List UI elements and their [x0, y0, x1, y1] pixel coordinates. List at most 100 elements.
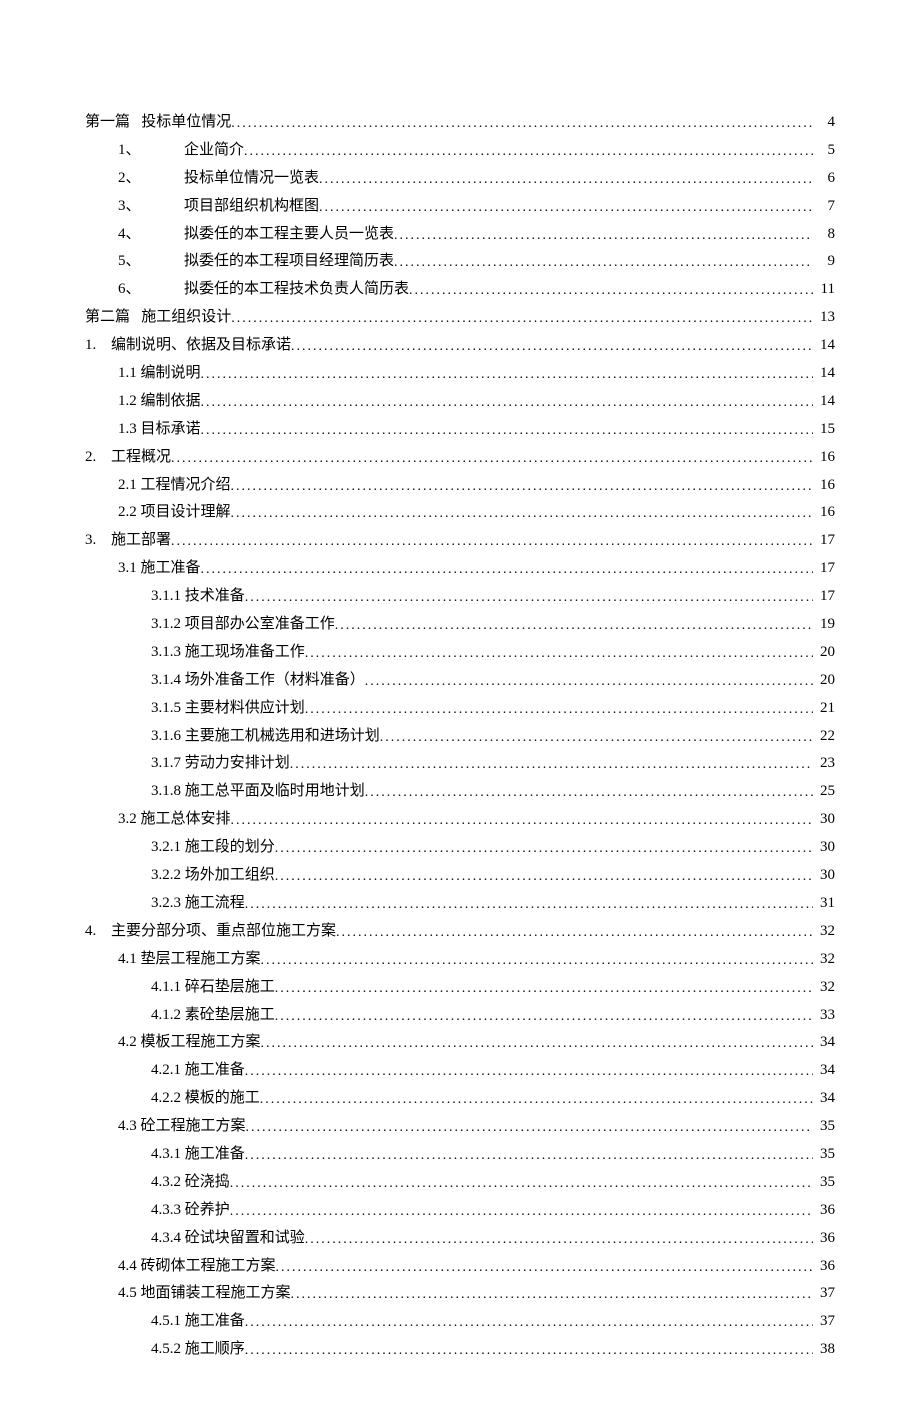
toc-page: 30 — [813, 807, 835, 831]
toc-entry: 3.2.1 施工段的划分30 — [85, 835, 835, 859]
toc-leader — [245, 1312, 813, 1334]
toc-leader — [244, 141, 813, 163]
toc-entry: 4.2 模板工程施工方案34 — [85, 1030, 835, 1054]
toc-leader — [231, 476, 813, 498]
toc-leader — [201, 420, 813, 442]
toc-leader — [365, 671, 813, 693]
toc-title: 3.1.6 主要施工机械选用和进场计划 — [151, 724, 380, 748]
toc-leader — [201, 364, 813, 386]
toc-leader — [394, 252, 813, 274]
toc-page: 38 — [813, 1337, 835, 1361]
toc-title: 1.2 编制依据 — [118, 389, 201, 413]
toc-page: 30 — [813, 835, 835, 859]
toc-leader — [245, 894, 813, 916]
toc-entry: 3.1.2 项目部办公室准备工作 19 — [85, 612, 835, 636]
toc-entry: 3.1.8 施工总平面及临时用地计划 25 — [85, 779, 835, 803]
toc-leader — [201, 559, 813, 581]
toc-leader — [171, 531, 813, 553]
toc-page: 36 — [813, 1254, 835, 1278]
toc-title: 施工部署 — [111, 528, 171, 552]
toc-title: 4.3.2 砼浇捣 — [151, 1170, 230, 1194]
table-of-contents: 第一篇 投标单位情况41、企业简介52、投标单位情况一览表63、项目部组织机构框… — [85, 110, 835, 1362]
toc-title: 4.3 砼工程施工方案 — [118, 1114, 246, 1138]
toc-leader — [245, 1340, 813, 1362]
toc-leader — [291, 1284, 813, 1306]
toc-entry: 3.施工部署17 — [85, 528, 835, 552]
toc-leader — [245, 1145, 813, 1167]
toc-leader — [230, 1201, 813, 1223]
toc-page: 35 — [813, 1170, 835, 1194]
toc-page: 20 — [813, 668, 835, 692]
toc-label: 3. — [85, 528, 111, 552]
toc-entry: 2.1 工程情况介绍16 — [85, 473, 835, 497]
toc-label: 5、 — [118, 249, 184, 273]
toc-leader — [291, 336, 813, 358]
toc-label: 4、 — [118, 222, 184, 246]
toc-page: 8 — [813, 222, 835, 246]
toc-page: 22 — [813, 724, 835, 748]
toc-leader — [246, 1117, 813, 1139]
toc-leader — [275, 1006, 813, 1028]
toc-label: 1. — [85, 333, 111, 357]
toc-page: 25 — [813, 779, 835, 803]
toc-title: 3.1.2 项目部办公室准备工作 — [151, 612, 335, 636]
toc-label: 6、 — [118, 277, 184, 301]
toc-entry: 3.1.4 场外准备工作（材料准备）20 — [85, 668, 835, 692]
toc-leader — [305, 1229, 813, 1251]
toc-entry: 第二篇 施工组织设计13 — [85, 305, 835, 329]
toc-page: 35 — [813, 1114, 835, 1138]
toc-page: 14 — [813, 333, 835, 357]
toc-title: 4.2.2 模板的施工 — [151, 1086, 260, 1110]
toc-title: 4.5.1 施工准备 — [151, 1309, 245, 1333]
toc-entry: 4.1 垫层工程施工方案32 — [85, 947, 835, 971]
toc-leader — [231, 810, 813, 832]
toc-title: 3.2.3 施工流程 — [151, 891, 245, 915]
toc-title: 3.1.1 技术准备 — [151, 584, 245, 608]
toc-title: 4.3.4 砼试块留置和试验 — [151, 1226, 305, 1250]
toc-page: 16 — [813, 500, 835, 524]
toc-title: 拟委任的本工程技术负责人简历表 — [184, 277, 409, 301]
toc-leader — [261, 950, 813, 972]
toc-page: 19 — [813, 612, 835, 636]
toc-page: 32 — [813, 975, 835, 999]
toc-title: 3.1 施工准备 — [118, 556, 201, 580]
toc-page: 32 — [813, 919, 835, 943]
toc-title: 3.1.8 施工总平面及临时用地计划 — [151, 779, 365, 803]
toc-leader — [380, 727, 813, 749]
toc-entry: 3.2 施工总体安排30 — [85, 807, 835, 831]
toc-leader — [394, 225, 813, 247]
toc-title: 4.2.1 施工准备 — [151, 1058, 245, 1082]
toc-entry: 5、拟委任的本工程项目经理简历表9 — [85, 249, 835, 273]
toc-title: 3.1.7 劳动力安排计划 — [151, 751, 290, 775]
toc-label: 4. — [85, 919, 111, 943]
toc-page: 33 — [813, 1003, 835, 1027]
toc-leader — [275, 838, 813, 860]
toc-entry: 1.1 编制说明14 — [85, 361, 835, 385]
toc-entry: 4.3.3 砼养护36 — [85, 1198, 835, 1222]
toc-gap — [130, 305, 141, 329]
toc-title: 投标单位情况 — [141, 110, 231, 134]
toc-entry: 1.编制说明、依据及目标承诺 14 — [85, 333, 835, 357]
toc-label: 第一篇 — [85, 110, 130, 134]
toc-page: 30 — [813, 863, 835, 887]
toc-title: 拟委任的本工程项目经理简历表 — [184, 249, 394, 273]
toc-page: 11 — [813, 277, 835, 301]
toc-entry: 4.3.1 施工准备35 — [85, 1142, 835, 1166]
toc-title: 4.2 模板工程施工方案 — [118, 1030, 261, 1054]
toc-title: 施工组织设计 — [141, 305, 231, 329]
toc-leader — [305, 643, 813, 665]
toc-leader — [231, 308, 813, 330]
toc-title: 4.1.2 素砼垫层施工 — [151, 1003, 275, 1027]
toc-page: 32 — [813, 947, 835, 971]
toc-title: 编制说明、依据及目标承诺 — [111, 333, 291, 357]
toc-entry: 3.2.3 施工流程31 — [85, 891, 835, 915]
toc-leader — [231, 503, 813, 525]
toc-entry: 1、企业简介5 — [85, 138, 835, 162]
toc-leader — [290, 754, 813, 776]
toc-leader — [335, 615, 813, 637]
toc-entry: 3.1.3 施工现场准备工作20 — [85, 640, 835, 664]
toc-leader — [275, 866, 813, 888]
toc-entry: 4.1.2 素砼垫层施工 33 — [85, 1003, 835, 1027]
toc-entry: 4.2.2 模板的施工34 — [85, 1086, 835, 1110]
toc-title: 4.3.3 砼养护 — [151, 1198, 230, 1222]
